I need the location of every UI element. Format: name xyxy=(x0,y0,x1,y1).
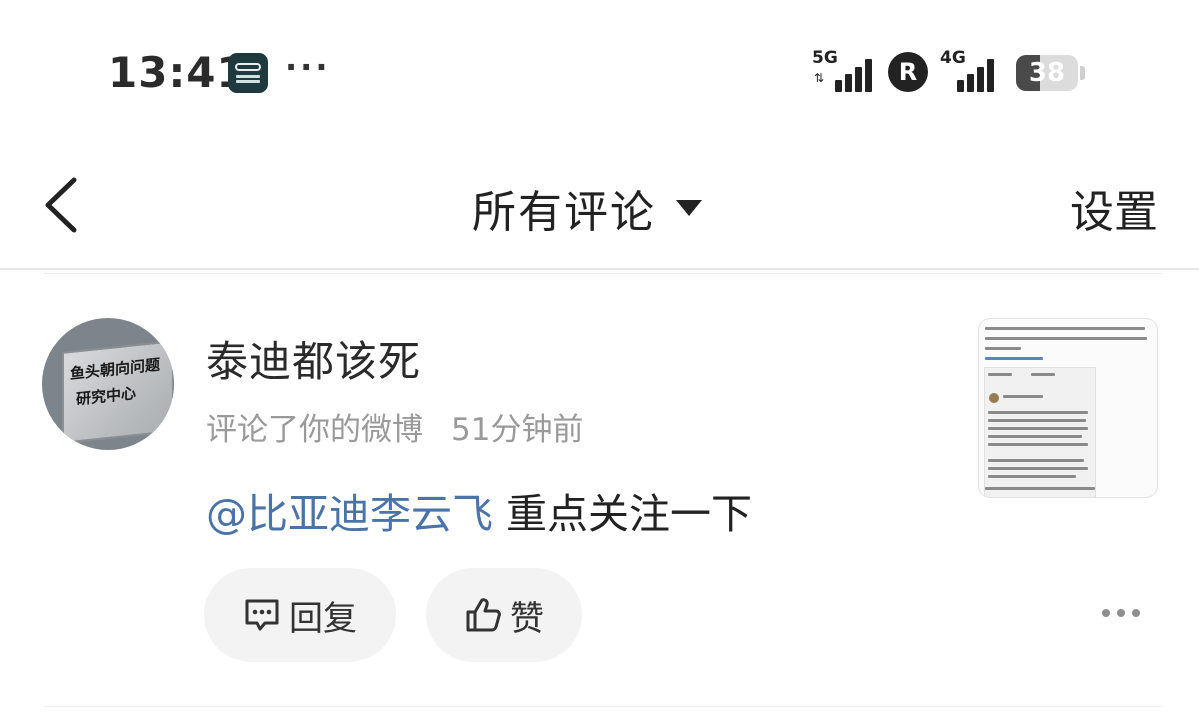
more-dot-icon xyxy=(1102,609,1110,617)
signal-4g-icon: 4G xyxy=(940,48,1002,92)
gac-toyota-app-icon xyxy=(228,53,268,93)
comment-action: 评论了你的微博 xyxy=(206,412,423,448)
reply-button[interactable]: 回复 xyxy=(204,568,396,662)
notification-more-icon: ··· xyxy=(285,48,331,86)
comment-text: @比亚迪李云飞 重点关注一下 xyxy=(206,480,752,540)
roaming-icon: R xyxy=(888,52,928,92)
battery-icon: 38 xyxy=(1016,55,1078,91)
status-time: 13:41 xyxy=(108,48,247,97)
settings-button[interactable]: 设置 xyxy=(1070,176,1158,240)
battery-tip xyxy=(1080,66,1085,80)
like-button[interactable]: 赞 xyxy=(426,568,582,662)
signal-5g-icon: 5G ⇅ xyxy=(812,48,874,92)
reply-label: 回复 xyxy=(289,598,357,639)
chevron-left-icon xyxy=(45,177,77,233)
page-title: 所有评论 xyxy=(472,187,656,238)
comment-meta: 评论了你的微博 51分钟前 xyxy=(206,404,583,449)
thumbs-up-icon xyxy=(466,598,501,632)
username[interactable]: 泰迪都该死 xyxy=(206,328,421,389)
back-button[interactable] xyxy=(30,170,90,240)
avatar[interactable]: 鱼头朝向问题 研究中心 xyxy=(42,318,174,450)
caret-down-icon xyxy=(676,200,702,216)
header-divider xyxy=(0,268,1199,270)
comment-body: 重点关注一下 xyxy=(493,490,753,538)
post-thumbnail[interactable] xyxy=(978,318,1158,498)
more-dot-icon xyxy=(1132,609,1140,617)
more-options-button[interactable] xyxy=(1102,600,1140,626)
item-divider xyxy=(44,706,1163,707)
comment-bubble-icon xyxy=(245,599,279,631)
mention-link[interactable]: @比亚迪李云飞 xyxy=(206,490,493,538)
like-label: 赞 xyxy=(510,598,544,639)
list-divider xyxy=(44,273,1163,274)
more-dot-icon xyxy=(1117,609,1125,617)
comment-timestamp: 51分钟前 xyxy=(451,412,584,448)
comment-filter-dropdown[interactable]: 所有评论 xyxy=(472,176,702,240)
battery-level: 38 xyxy=(1028,58,1066,88)
